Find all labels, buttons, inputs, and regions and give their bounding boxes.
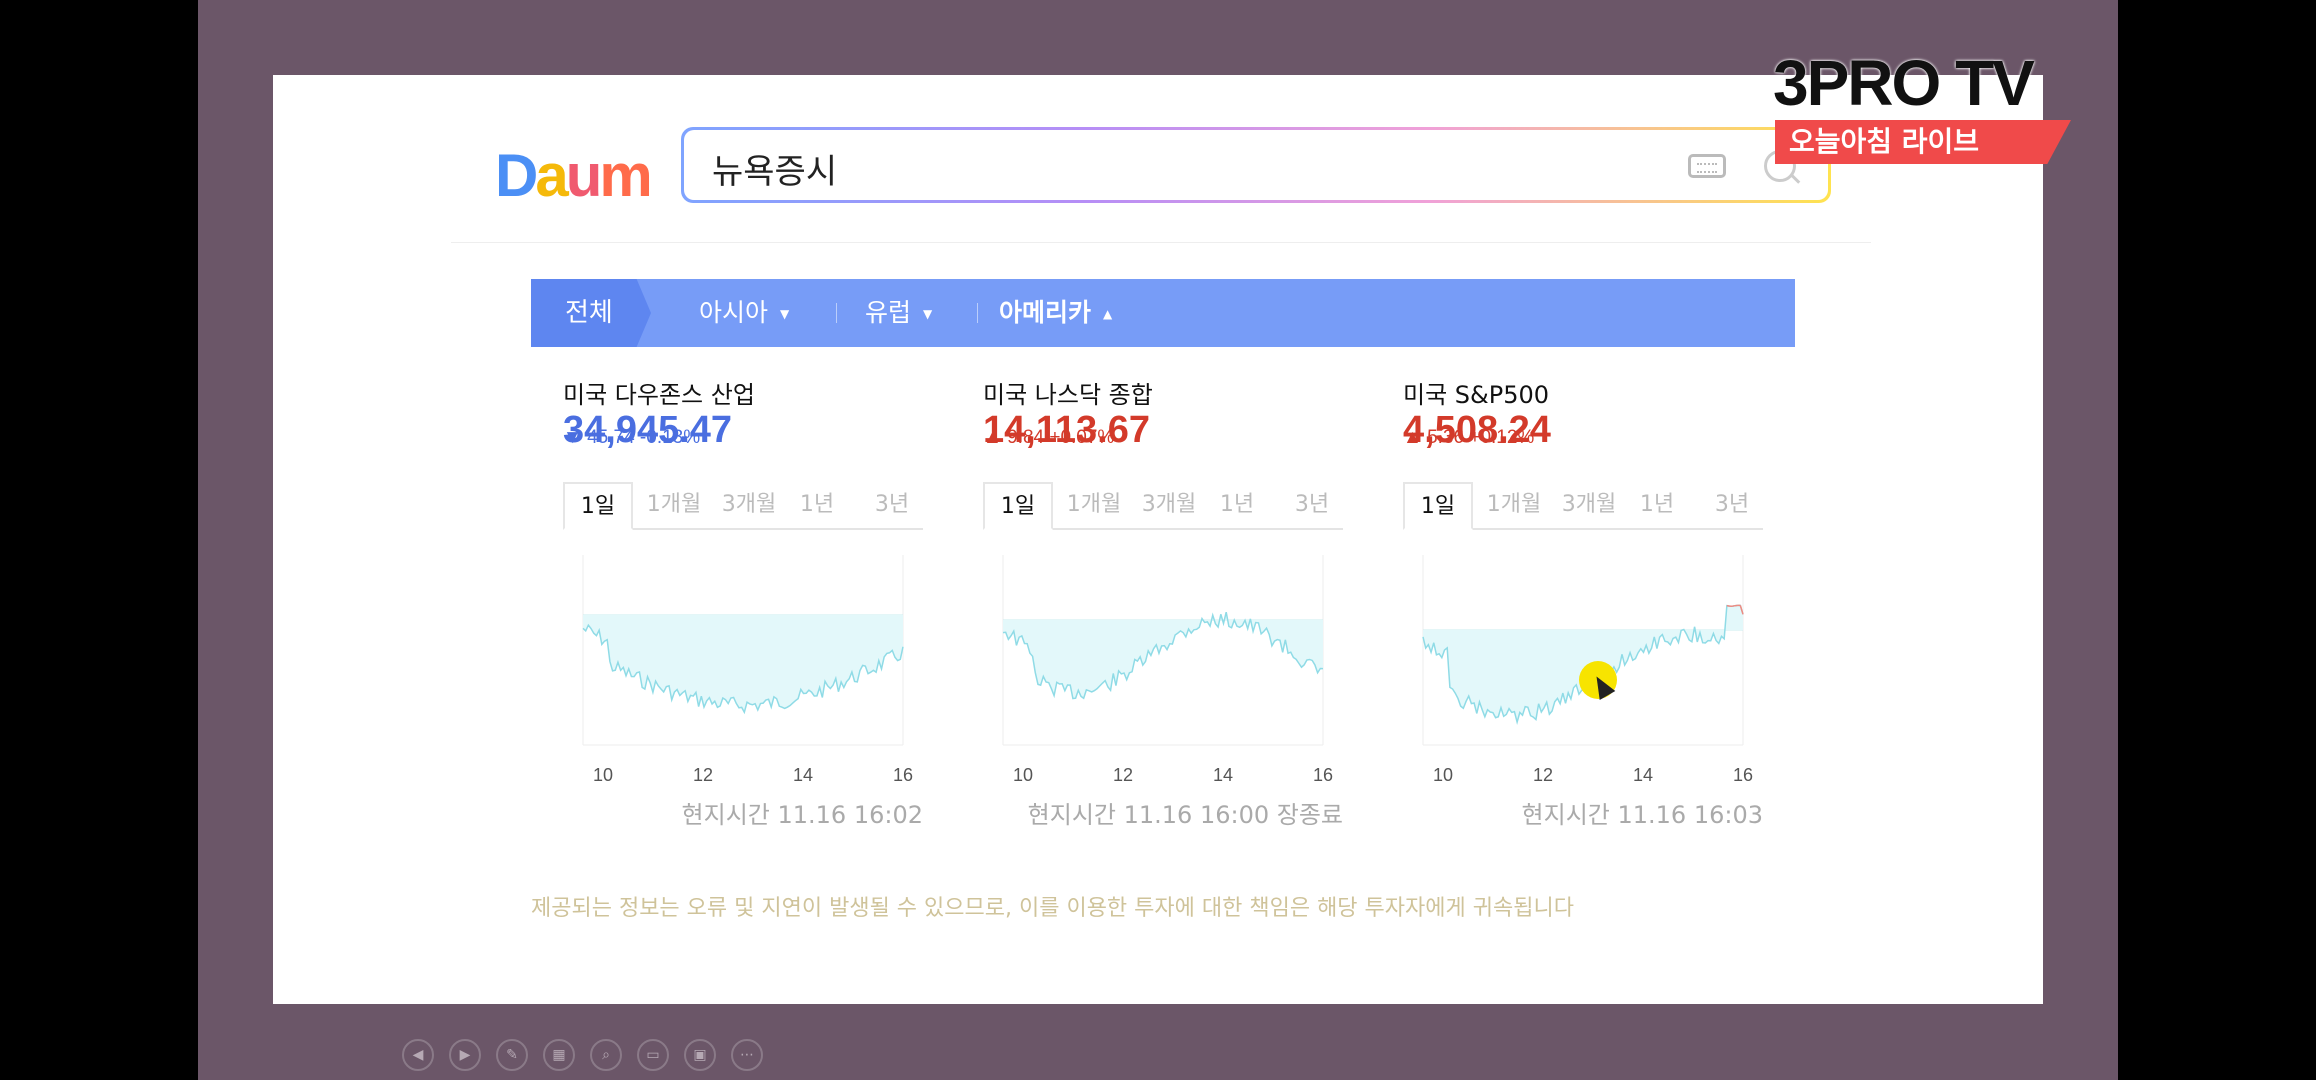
- caret-down-icon: ▼: [780, 307, 790, 321]
- tick-label: 16: [1733, 765, 1754, 785]
- search-box[interactable]: 뉴욕증시: [681, 127, 1831, 203]
- period-tab[interactable]: 1일: [1403, 482, 1473, 530]
- chart-area: [1423, 605, 1743, 723]
- tab-asia-label: 아시아: [699, 298, 769, 327]
- disclaimer: 제공되는 정보는 오류 및 지연이 발생될 수 있으므로, 이를 이용한 투자에…: [531, 896, 1574, 921]
- period-tab[interactable]: 3년: [1281, 482, 1343, 528]
- prev-icon[interactable]: ◀: [402, 1039, 434, 1071]
- period-tab[interactable]: 3개월: [713, 482, 785, 528]
- period-tab[interactable]: 3년: [861, 482, 923, 528]
- slides-icon[interactable]: ▦: [543, 1039, 575, 1071]
- tick-label: 16: [893, 765, 914, 785]
- caret-down-icon: ▼: [923, 307, 933, 321]
- index-card-sp500: 미국 S&P500 4,508.24 ▲ 5.36 +0.12% 1일 1개월 3개월 1년…: [1403, 375, 1763, 915]
- period-tab[interactable]: 3년: [1701, 482, 1763, 528]
- period-tab[interactable]: 1개월: [1477, 482, 1551, 528]
- channel-logo: 3PRO TV 오늘아침 라이브: [1773, 48, 2073, 173]
- period-tab[interactable]: 1년: [791, 482, 843, 528]
- change-value: 9.84 +0.07%: [1007, 427, 1115, 448]
- intraday-chart: [1422, 555, 1744, 746]
- tick-label: 12: [1113, 765, 1134, 785]
- period-tab[interactable]: 3개월: [1553, 482, 1625, 528]
- time-axis: 10 12 14 16: [983, 765, 1343, 789]
- timestamp: 현지시간 11.16 16:00 장종료: [1027, 801, 1343, 829]
- channel-title: 3PRO TV: [1773, 47, 2035, 119]
- channel-subtitle: 오늘아침 라이브: [1775, 120, 2071, 164]
- tick-label: 12: [693, 765, 714, 785]
- tab-asia[interactable]: 아시아 ▼: [699, 279, 789, 347]
- change-value: 45.74 -0.13%: [587, 427, 701, 448]
- keyboard-icon[interactable]: [1688, 154, 1726, 178]
- index-card-nasdaq: 미국 나스닥 종합 14,113.67 ▲ 9.84 +0.07% 1일 1개월 3개월 1…: [983, 375, 1343, 915]
- arrow-down-icon: ▼: [563, 427, 582, 448]
- daum-logo[interactable]: Daum: [495, 141, 653, 211]
- tab-all[interactable]: 전체: [531, 279, 651, 347]
- period-tab[interactable]: 1일: [563, 482, 633, 530]
- index-name[interactable]: 미국 나스닥 종합: [983, 375, 1153, 410]
- divider: [451, 242, 1871, 243]
- index-card-dow: 미국 다우존스 산업 34,945.47 ▼ 45.74 -0.13% 1일 1개월 3개…: [563, 375, 923, 915]
- period-tabs: 1일 1개월 3개월 1년 3년: [983, 482, 1343, 530]
- tick-label: 10: [593, 765, 614, 785]
- tab-europe-label: 유럽: [865, 298, 912, 327]
- presentation-frame: Daum 뉴욕증시 전체 아시아 ▼ 유럽 ▼ 아메리카 ▲ 미국 다우존스 산업 34…: [198, 0, 2118, 1080]
- tab-america-label: 아메리카: [999, 298, 1092, 327]
- chart-up-segment: [1732, 604, 1736, 607]
- arrow-up-icon: ▲: [983, 427, 1002, 448]
- more-icon[interactable]: ⋯: [731, 1039, 763, 1071]
- timestamp: 현지시간 11.16 16:03: [1521, 801, 1763, 829]
- tab-europe[interactable]: 유럽 ▼: [865, 279, 932, 347]
- next-icon[interactable]: ▶: [449, 1039, 481, 1071]
- period-tab[interactable]: 1년: [1631, 482, 1683, 528]
- index-name[interactable]: 미국 S&P500: [1403, 375, 1549, 410]
- period-tabs: 1일 1개월 3개월 1년 3년: [1403, 482, 1763, 530]
- time-axis: 10 12 14 16: [563, 765, 923, 789]
- tick-label: 10: [1013, 765, 1034, 785]
- slide: Daum 뉴욕증시 전체 아시아 ▼ 유럽 ▼ 아메리카 ▲ 미국 다우존스 산업 34…: [273, 75, 2043, 1004]
- tick-label: 14: [1213, 765, 1234, 785]
- period-tab[interactable]: 1년: [1211, 482, 1263, 528]
- change-value: 5.36 +0.12%: [1427, 427, 1535, 448]
- pen-icon[interactable]: ✎: [496, 1039, 528, 1071]
- index-change: ▲ 5.36 +0.12%: [1403, 427, 1534, 449]
- intraday-chart: [1002, 555, 1324, 746]
- period-tab[interactable]: 3개월: [1133, 482, 1205, 528]
- caret-up-icon: ▲: [1103, 307, 1113, 321]
- subtitle-icon[interactable]: ▭: [637, 1039, 669, 1071]
- zoom-icon[interactable]: ⌕: [590, 1039, 622, 1071]
- index-change: ▼ 45.74 -0.13%: [563, 427, 700, 449]
- tick-label: 12: [1533, 765, 1554, 785]
- arrow-up-icon: ▲: [1403, 427, 1422, 448]
- tab-america[interactable]: 아메리카 ▲: [999, 279, 1112, 347]
- intraday-chart: [582, 555, 904, 746]
- tick-label: 14: [793, 765, 814, 785]
- timestamp: 현지시간 11.16 16:02: [681, 801, 923, 829]
- index-change: ▲ 9.84 +0.07%: [983, 427, 1114, 449]
- time-axis: 10 12 14 16: [1403, 765, 1763, 789]
- search-input[interactable]: 뉴욕증시: [712, 144, 837, 193]
- chart-area: [1003, 612, 1323, 699]
- chart-area: [583, 615, 903, 713]
- tick-label: 16: [1313, 765, 1334, 785]
- camera-icon[interactable]: ▣: [684, 1039, 716, 1071]
- tick-label: 10: [1433, 765, 1454, 785]
- region-tabs: 전체 아시아 ▼ 유럽 ▼ 아메리카 ▲: [531, 279, 1795, 347]
- period-tab[interactable]: 1일: [983, 482, 1053, 530]
- tick-label: 14: [1633, 765, 1654, 785]
- period-tab[interactable]: 1개월: [637, 482, 711, 528]
- index-name[interactable]: 미국 다우존스 산업: [563, 375, 755, 410]
- period-tab[interactable]: 1개월: [1057, 482, 1131, 528]
- period-tabs: 1일 1개월 3개월 1년 3년: [563, 482, 923, 530]
